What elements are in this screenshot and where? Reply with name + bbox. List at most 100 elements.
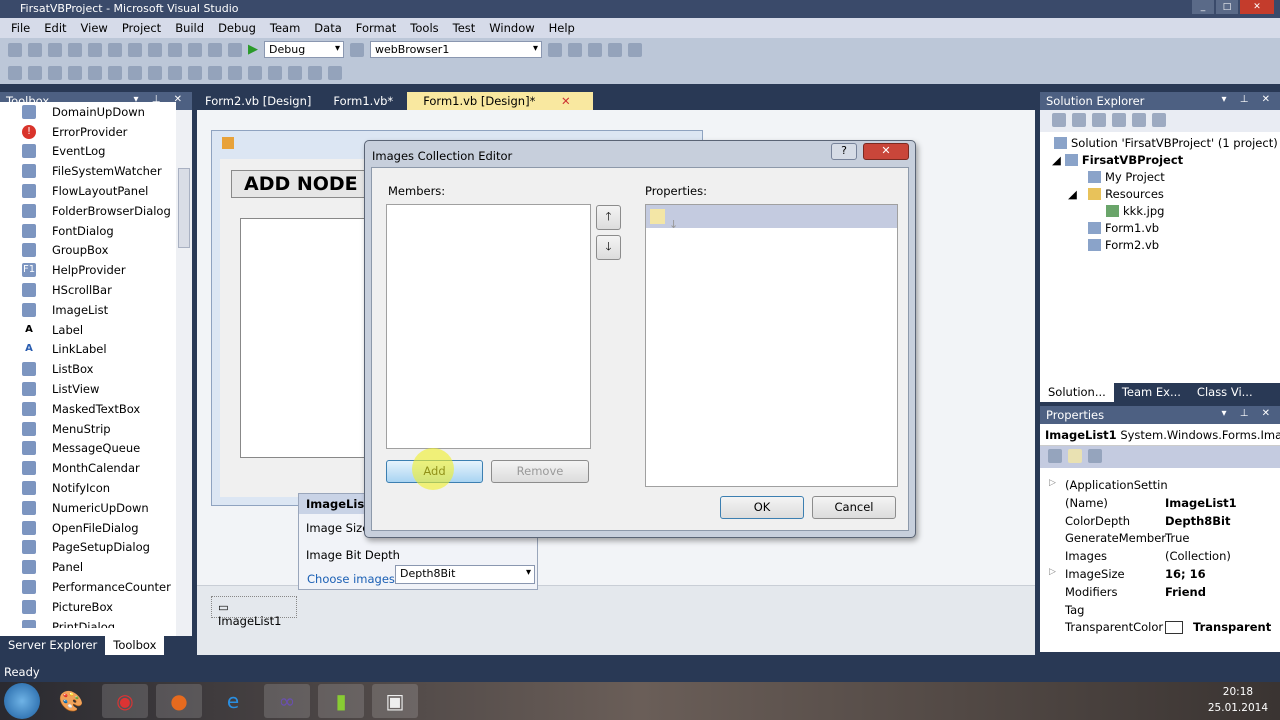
expand-icon[interactable]: ▷ xyxy=(1049,478,1056,488)
solution-node[interactable]: Solution 'FirsatVBProject' (1 project) xyxy=(1054,136,1278,150)
maximize-button[interactable]: □ xyxy=(1216,0,1238,14)
toolbox-item-filesystemwatcher[interactable]: FileSystemWatcher xyxy=(0,161,176,181)
panel-controls[interactable]: ▾ ⊥ ✕ xyxy=(1222,94,1275,105)
toolbox-item-openfiledialog[interactable]: OpenFileDialog xyxy=(0,518,176,538)
menu-build[interactable]: Build xyxy=(168,18,211,38)
alphabetical-icon[interactable]: ↓ xyxy=(669,218,678,231)
toolbox-item-monthcalendar[interactable]: MonthCalendar xyxy=(0,458,176,478)
vspacing-icon[interactable] xyxy=(248,65,262,80)
find-combo[interactable]: webBrowser1 xyxy=(370,41,542,58)
help-button[interactable]: ? xyxy=(831,143,857,160)
properties-icon[interactable] xyxy=(1052,113,1066,127)
align-top-icon[interactable] xyxy=(88,65,102,80)
redo-icon[interactable] xyxy=(188,42,202,57)
internet-explorer-icon[interactable]: e xyxy=(210,684,256,718)
choose-images-link[interactable]: Choose images xyxy=(307,572,395,586)
close-tab-icon[interactable]: ✕ xyxy=(553,92,579,110)
align-bottom-icon[interactable] xyxy=(128,65,142,80)
menu-data[interactable]: Data xyxy=(307,18,348,38)
toolbox-item-domainupdown[interactable]: DomainUpDown xyxy=(0,102,176,122)
menu-view[interactable]: View xyxy=(74,18,115,38)
bit-depth-select[interactable]: Depth8Bit xyxy=(395,565,535,584)
close-button[interactable]: ✕ xyxy=(1240,0,1274,14)
toolbox-item-panel[interactable]: Panel xyxy=(0,557,176,577)
minimize-button[interactable]: _ xyxy=(1192,0,1214,14)
toolbox-item-pagesetupdialog[interactable]: PageSetupDialog xyxy=(0,538,176,558)
paint-icon[interactable]: 🎨 xyxy=(48,684,94,718)
align-right-icon[interactable] xyxy=(68,65,82,80)
hspacing-icon[interactable] xyxy=(228,65,242,80)
property-row[interactable]: GenerateMember True xyxy=(1065,531,1280,549)
view-designer-icon[interactable] xyxy=(1132,113,1146,127)
toolbox-item-imagelist[interactable]: ImageList xyxy=(0,300,176,320)
members-list[interactable] xyxy=(386,204,591,449)
cut-icon[interactable] xyxy=(108,42,122,57)
object-browser-icon[interactable] xyxy=(588,42,602,57)
tab-form2-design[interactable]: Form2.vb [Design] xyxy=(197,92,319,110)
view-code-icon[interactable] xyxy=(1112,113,1126,127)
class-diagram-icon[interactable] xyxy=(1152,113,1166,127)
move-up-button[interactable]: 🡑 xyxy=(596,205,621,230)
property-row[interactable]: (Name) ImageList1 xyxy=(1065,496,1280,514)
menu-test[interactable]: Test xyxy=(446,18,483,38)
add-item-icon[interactable] xyxy=(28,42,42,57)
toolbox-item-label[interactable]: A Label xyxy=(0,320,176,340)
expand-icon[interactable]: ▷ xyxy=(1049,567,1056,577)
property-row[interactable]: ▷ (ApplicationSettin xyxy=(1049,478,1280,496)
toolbox-item-groupbox[interactable]: GroupBox xyxy=(0,241,176,261)
toolbox-item-notifyicon[interactable]: NotifyIcon xyxy=(0,478,176,498)
chrome-icon[interactable]: ◉ xyxy=(102,684,148,718)
paste-icon[interactable] xyxy=(148,42,162,57)
camtasia-icon[interactable]: ▣ xyxy=(372,684,418,718)
toolbox-item-helpprovider[interactable]: F1 HelpProvider xyxy=(0,260,176,280)
property-row[interactable]: TransparentColor Transparent xyxy=(1065,620,1280,638)
tab-form1-design[interactable]: Form1.vb [Design]* ✕ xyxy=(407,92,593,110)
same-height-icon[interactable] xyxy=(168,65,182,80)
toolbox-item-numericupdown[interactable]: NumericUpDown xyxy=(0,498,176,518)
tab-form1-code[interactable]: Form1.vb* xyxy=(325,92,401,110)
find-icon[interactable] xyxy=(350,42,364,57)
properties-icon[interactable] xyxy=(568,42,582,57)
menu-team[interactable]: Team xyxy=(263,18,307,38)
imagelist-component[interactable]: ▭ ImageList1 xyxy=(211,596,297,628)
toolbox-item-errorprovider[interactable]: ! ErrorProvider xyxy=(0,122,176,142)
remove-button[interactable]: Remove xyxy=(491,460,589,483)
start-debug-icon[interactable]: ▶ xyxy=(248,42,258,57)
categorized-icon[interactable] xyxy=(650,209,665,224)
toolbox-item-picturebox[interactable]: PictureBox xyxy=(0,597,176,617)
align-middle-icon[interactable] xyxy=(108,65,122,80)
tab-order-icon[interactable] xyxy=(328,65,342,80)
tab-team-explorer[interactable]: Team Ex... xyxy=(1114,383,1189,402)
property-row[interactable]: ▷ ImageSize 16; 16 xyxy=(1049,567,1280,585)
send-back-icon[interactable] xyxy=(308,65,322,80)
toolbox-item-linklabel[interactable]: A LinkLabel xyxy=(0,340,176,360)
project-node[interactable]: ◢ FirsatVBProject xyxy=(1052,153,1183,167)
firefox-icon[interactable]: ● xyxy=(156,684,202,718)
navigate-icon[interactable] xyxy=(208,42,222,57)
menu-window[interactable]: Window xyxy=(482,18,541,38)
save-all-icon[interactable] xyxy=(88,42,102,57)
toolbox-item-maskedtextbox[interactable]: MaskedTextBox xyxy=(0,399,176,419)
refresh-icon[interactable] xyxy=(1092,113,1106,127)
form1-node[interactable]: Form1.vb xyxy=(1088,221,1159,235)
open-icon[interactable] xyxy=(48,42,62,57)
align-left-icon[interactable] xyxy=(28,65,42,80)
my-project-node[interactable]: My Project xyxy=(1088,170,1165,184)
menu-format[interactable]: Format xyxy=(349,18,404,38)
align-grid-icon[interactable] xyxy=(8,65,22,80)
show-all-icon[interactable] xyxy=(1072,113,1086,127)
size-grid-icon[interactable] xyxy=(208,65,222,80)
toolbox-item-fontdialog[interactable]: FontDialog xyxy=(0,221,176,241)
toolbox-item-eventlog[interactable]: EventLog xyxy=(0,142,176,162)
toolbox-item-menustrip[interactable]: MenuStrip xyxy=(0,419,176,439)
toolbox-item-printdialog[interactable]: PrintDialog xyxy=(0,617,176,628)
solution-explorer-icon[interactable] xyxy=(548,42,562,57)
move-down-button[interactable]: 🡓 xyxy=(596,235,621,260)
same-width-icon[interactable] xyxy=(148,65,162,80)
scrollbar-thumb[interactable] xyxy=(178,168,190,248)
visual-studio-icon[interactable]: ∞ xyxy=(264,684,310,718)
menu-project[interactable]: Project xyxy=(115,18,168,38)
copy-icon[interactable] xyxy=(128,42,142,57)
start-page-icon[interactable] xyxy=(628,42,642,57)
menu-debug[interactable]: Debug xyxy=(211,18,263,38)
